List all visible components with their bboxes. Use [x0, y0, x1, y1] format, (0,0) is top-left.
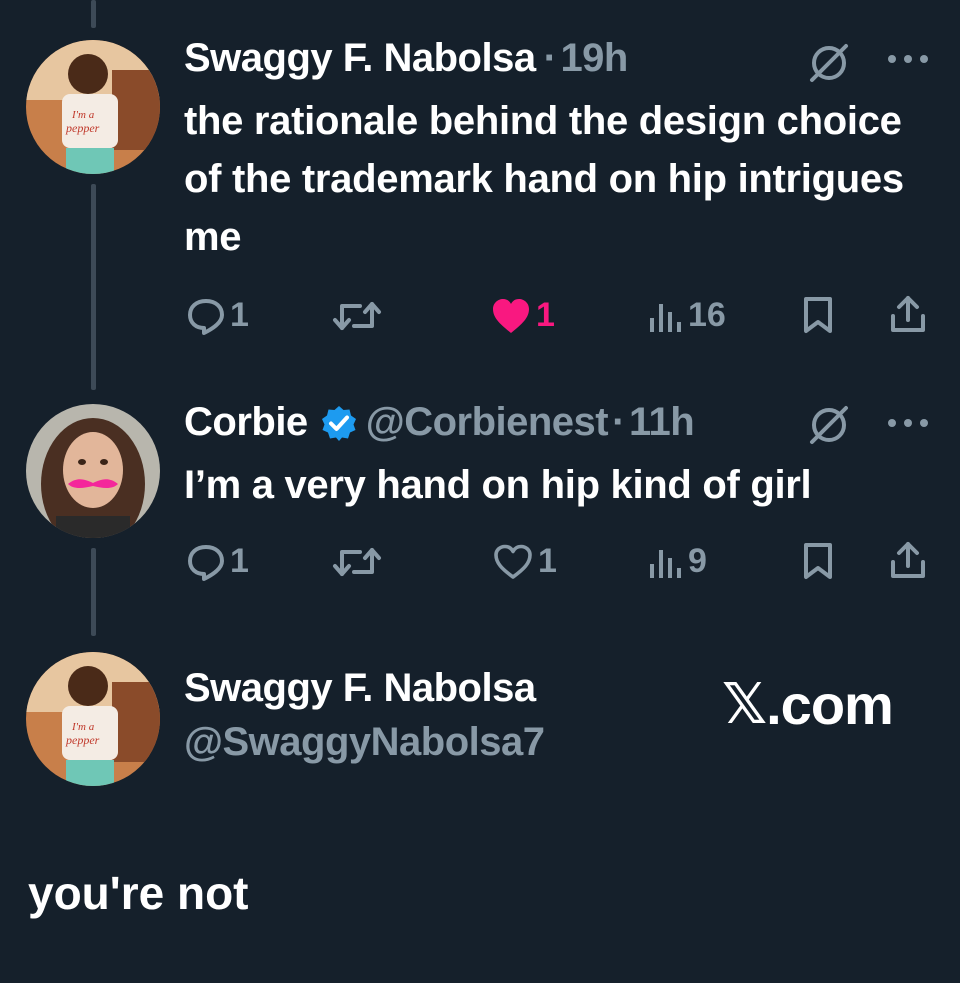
- reply-text: you're not: [28, 867, 249, 919]
- quoted-author-name-line: Swaggy F. Nabolsa: [184, 666, 536, 711]
- share-button[interactable]: [888, 540, 928, 580]
- svg-text:I'm a: I'm a: [71, 721, 95, 733]
- views-count: 9: [688, 542, 707, 580]
- author-name[interactable]: Swaggy F. Nabolsa: [184, 666, 536, 711]
- reply-count: 1: [230, 296, 249, 334]
- views-button[interactable]: 9: [648, 542, 707, 581]
- author-name[interactable]: Corbie: [184, 400, 308, 445]
- author-handle[interactable]: @Corbienest: [366, 400, 609, 445]
- svg-text:pepper: pepper: [65, 733, 100, 747]
- grok-icon[interactable]: [806, 40, 852, 86]
- bookmark-icon: [804, 543, 832, 579]
- views-icon: [650, 549, 681, 578]
- tweet-header: Corbie @Corbienest · 11h: [184, 400, 695, 445]
- retweet-button[interactable]: [332, 298, 382, 334]
- like-count: 1: [538, 542, 557, 580]
- separator: ·: [543, 36, 557, 80]
- retweet-button[interactable]: [332, 544, 382, 580]
- like-button[interactable]: 1: [490, 296, 555, 335]
- bookmark-icon: [804, 297, 832, 333]
- avatar[interactable]: [26, 404, 160, 538]
- share-icon: [891, 542, 925, 578]
- like-count: 1: [536, 296, 555, 334]
- bookmark-button[interactable]: [802, 296, 834, 334]
- heart-icon: [494, 544, 532, 579]
- retweet-icon: [333, 302, 381, 330]
- views-button[interactable]: 16: [648, 296, 726, 335]
- thread-line-top: [91, 0, 96, 28]
- tweet-header: Swaggy F. Nabolsa · 19h: [184, 36, 628, 81]
- share-icon: [891, 296, 925, 332]
- quoted-author-handle-line: @SwaggyNabolsa7: [184, 720, 545, 765]
- tweet-text: I’m a very hand on hip kind of girl: [184, 463, 812, 507]
- separator: ·: [612, 400, 625, 444]
- reply-icon: [188, 298, 224, 335]
- views-count: 16: [688, 296, 726, 334]
- author-name[interactable]: Swaggy F. Nabolsa: [184, 36, 536, 81]
- more-icon[interactable]: [886, 52, 930, 66]
- views-icon: [650, 303, 681, 332]
- avatar-swaggy-image: I'm a pepper: [26, 40, 160, 174]
- x-watermark: 𝕏 .com: [722, 672, 894, 737]
- like-button[interactable]: 1: [492, 542, 557, 581]
- svg-text:pepper: pepper: [65, 121, 100, 135]
- avatar-swaggy-image: I'm a pepper: [26, 652, 160, 786]
- heart-icon: [493, 298, 529, 333]
- thread-line-1: [91, 184, 96, 390]
- timestamp[interactable]: 19h: [560, 36, 628, 81]
- reply-button[interactable]: 1: [186, 296, 249, 335]
- avatar[interactable]: I'm a pepper: [26, 652, 160, 786]
- bookmark-button[interactable]: [802, 542, 834, 580]
- retweet-icon: [333, 548, 381, 576]
- more-icon[interactable]: [886, 416, 930, 430]
- tweet-text: the rationale behind the design choice o…: [184, 99, 904, 259]
- reply-button[interactable]: 1: [186, 542, 249, 581]
- author-handle[interactable]: @SwaggyNabolsa7: [184, 720, 545, 765]
- x-logo-icon: 𝕏: [722, 672, 767, 737]
- verified-badge-icon: [321, 405, 356, 441]
- avatar[interactable]: I'm a pepper: [26, 40, 160, 174]
- share-button[interactable]: [888, 294, 928, 334]
- reply-icon: [188, 544, 224, 581]
- timestamp[interactable]: 11h: [629, 400, 695, 445]
- grok-icon[interactable]: [806, 402, 852, 448]
- thread-line-2: [91, 548, 96, 636]
- reply-count: 1: [230, 542, 249, 580]
- watermark-suffix: .com: [766, 673, 894, 736]
- avatar-corbie-image: [26, 404, 160, 538]
- svg-text:I'm a: I'm a: [71, 109, 95, 121]
